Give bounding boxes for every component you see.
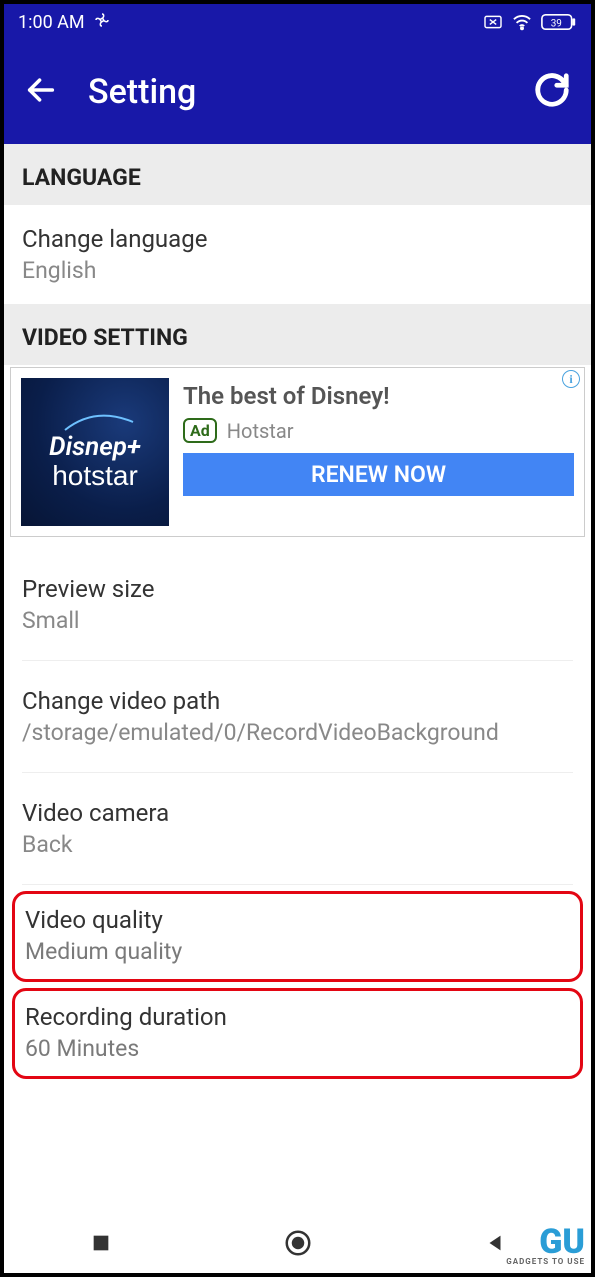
ad-advertiser: Hotstar xyxy=(227,419,294,443)
ad-banner[interactable]: i Disnep+ hotstar The best of Disney! Ad… xyxy=(10,367,585,537)
nav-recent-icon[interactable] xyxy=(90,1232,112,1254)
section-header-language: LANGUAGE xyxy=(4,144,591,205)
page-title: Setting xyxy=(88,72,503,112)
ad-info-icon[interactable]: i xyxy=(562,370,580,388)
setting-title: Video camera xyxy=(22,799,573,827)
setting-video-quality-highlighted[interactable]: Video quality Medium quality xyxy=(12,891,583,982)
wifi-icon xyxy=(511,13,533,31)
nav-back-icon[interactable] xyxy=(484,1232,506,1254)
setting-change-language[interactable]: Change language English xyxy=(4,205,591,304)
setting-video-path[interactable]: Change video path /storage/emulated/0/Re… xyxy=(4,667,591,766)
setting-title: Change video path xyxy=(22,687,573,715)
android-nav-bar xyxy=(4,1213,591,1273)
setting-recording-duration-highlighted[interactable]: Recording duration 60 Minutes xyxy=(12,988,583,1079)
ad-tag: Ad xyxy=(183,418,217,443)
nav-home-icon[interactable] xyxy=(283,1228,313,1258)
refresh-icon[interactable] xyxy=(533,71,571,113)
ad-headline: The best of Disney! xyxy=(183,382,574,410)
status-bar: 1:00 AM 39 xyxy=(4,4,591,40)
setting-value: /storage/emulated/0/RecordVideoBackgroun… xyxy=(22,719,573,746)
watermark: GU GADGETS TO USE xyxy=(506,1227,585,1265)
setting-title: Recording duration xyxy=(25,1003,570,1031)
setting-title: Preview size xyxy=(22,575,573,603)
ad-cta-button[interactable]: RENEW NOW xyxy=(183,453,574,496)
setting-video-camera[interactable]: Video camera Back xyxy=(4,779,591,878)
watermark-sub: GADGETS TO USE xyxy=(506,1258,585,1265)
battery-icon: 39 xyxy=(541,13,577,31)
setting-title: Change language xyxy=(22,225,573,253)
close-box-icon xyxy=(483,14,503,30)
setting-value: Medium quality xyxy=(25,938,570,965)
setting-value: English xyxy=(22,257,573,284)
setting-preview-size[interactable]: Preview size Small xyxy=(4,555,591,654)
divider xyxy=(22,772,573,773)
fan-icon xyxy=(93,11,111,34)
ad-logo: Disnep+ hotstar xyxy=(21,378,169,526)
ad-logo-line1: Disnep+ xyxy=(49,432,141,462)
svg-text:39: 39 xyxy=(551,19,562,30)
section-header-video: VIDEO SETTING xyxy=(4,304,591,365)
app-bar: Setting xyxy=(4,40,591,144)
divider xyxy=(22,884,573,885)
back-icon[interactable] xyxy=(24,73,58,111)
status-time: 1:00 AM xyxy=(18,12,85,33)
ad-logo-line2: hotstar xyxy=(52,460,138,492)
setting-value: 60 Minutes xyxy=(25,1035,570,1062)
setting-value: Back xyxy=(22,831,573,858)
setting-title: Video quality xyxy=(25,906,570,934)
setting-value: Small xyxy=(22,607,573,634)
divider xyxy=(22,660,573,661)
